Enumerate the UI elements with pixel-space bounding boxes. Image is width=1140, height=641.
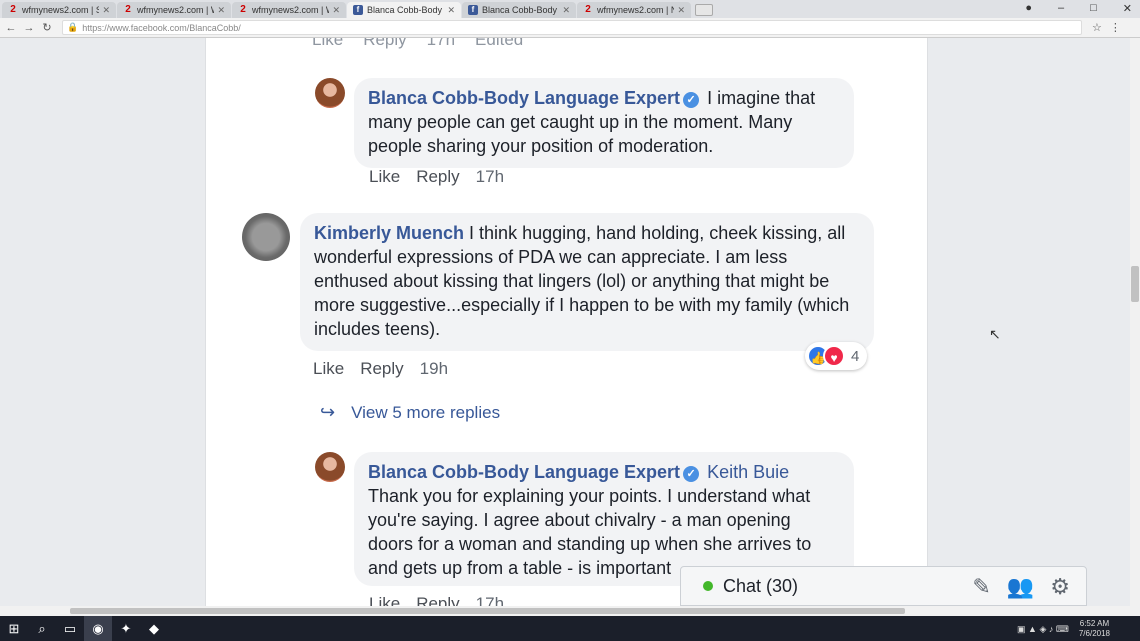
facebook-favicon-icon: f xyxy=(353,5,363,15)
browser-tab[interactable]: 2 wfmynews2.com | Watch✕ xyxy=(232,2,346,18)
comment-text: Thank you for explaining your points. I … xyxy=(368,486,812,578)
tab-label: wfmynews2.com | SC Mc xyxy=(22,5,100,15)
verified-badge-icon: ✓ xyxy=(683,92,700,108)
view-more-replies-link[interactable]: ↪ View 5 more replies xyxy=(320,402,500,423)
clock-date: 7/6/2018 xyxy=(1078,629,1110,638)
bookmark-star-icon[interactable]: ☆ xyxy=(1092,21,1102,34)
browser-tab[interactable]: f Blanca Cobb-Body Langu✕ xyxy=(462,2,576,18)
forward-icon[interactable]: → xyxy=(22,22,36,34)
page-content: Like Reply 17h Edited Blanca Cobb-Body L… xyxy=(0,38,1140,616)
reply-link[interactable]: Reply xyxy=(360,359,403,379)
tab-close-icon[interactable]: ✕ xyxy=(332,5,340,16)
comment-bubble: Blanca Cobb-Body Language Expert ✓ I imag… xyxy=(354,78,854,168)
vertical-scrollbar-thumb[interactable] xyxy=(1131,266,1139,302)
chat-bar[interactable]: Chat (30) ✎ 👥 ⚙ xyxy=(680,566,1087,606)
browser-tab-bar: 2wfmynews2.com | SC Mc✕ 2wfmynews2.com |… xyxy=(0,0,1140,18)
comment-author[interactable]: Kimberly Muench xyxy=(314,223,464,243)
reply-arrow-icon: ↪ xyxy=(320,402,336,422)
tab-label: Blanca Cobb-Body Langu xyxy=(482,5,559,15)
like-link[interactable]: Like xyxy=(369,167,400,187)
chat-icons: ✎ 👥 ⚙ xyxy=(972,574,1070,600)
vertical-scrollbar[interactable] xyxy=(1130,38,1140,616)
task-view-icon[interactable]: ▭ xyxy=(56,616,84,641)
comment-author[interactable]: Blanca Cobb-Body Language Expert xyxy=(368,462,680,482)
view-more-replies-label: View 5 more replies xyxy=(351,402,501,422)
news-favicon-icon: 2 xyxy=(585,4,591,15)
reload-icon[interactable]: ↻ xyxy=(40,21,54,34)
add-friends-icon[interactable]: 👥 xyxy=(1007,574,1034,600)
tab-close-icon[interactable]: ✕ xyxy=(102,5,110,16)
like-link[interactable]: Like xyxy=(313,359,344,379)
address-bar-icons: ☆ ⋮ xyxy=(1092,21,1121,34)
url-field[interactable]: 🔒 https://www.facebook.com/BlancaCobb/ xyxy=(62,20,1082,35)
comment: Kimberly Muench I think hugging, hand ho… xyxy=(242,213,874,351)
avatar[interactable] xyxy=(242,213,290,261)
tab-label: Blanca Cobb-Body Langu xyxy=(367,5,444,15)
avatar[interactable] xyxy=(315,452,345,482)
edited-label[interactable]: Edited xyxy=(475,38,523,50)
browser-tab-active[interactable]: f Blanca Cobb-Body Langu✕ xyxy=(347,2,461,18)
lock-icon: 🔒 xyxy=(67,22,79,32)
comment-time[interactable]: 17h xyxy=(476,167,504,187)
avatar[interactable] xyxy=(315,78,345,108)
compose-icon[interactable]: ✎ xyxy=(972,574,990,600)
os-taskbar: ⊞ ⌕ ▭ ◉ ✦ ◆ ▣ ▲ ◈ ♪ ⌨ 6:52 AM 7/6/2018 xyxy=(0,616,1140,641)
gear-icon[interactable]: ⚙ xyxy=(1050,574,1070,600)
tab-close-icon[interactable]: ✕ xyxy=(447,5,455,16)
tagged-user[interactable]: Keith Buie xyxy=(707,462,789,482)
browser-tab[interactable]: 2 wfmynews2.com | SC Mc✕ xyxy=(2,2,116,18)
comment-author[interactable]: Blanca Cobb-Body Language Expert xyxy=(368,88,680,108)
online-status-icon xyxy=(703,581,713,591)
menu-icon[interactable]: ⋮ xyxy=(1110,21,1121,34)
reply-link[interactable]: Reply xyxy=(416,167,459,187)
chat-label[interactable]: Chat (30) xyxy=(723,576,798,597)
profile-icon[interactable]: ● xyxy=(1025,2,1032,15)
browser-tab[interactable]: 2 wfmynews2.com | No W✕ xyxy=(577,2,691,18)
tab-close-icon[interactable]: ✕ xyxy=(217,5,225,16)
window-controls: ● – □ ✕ xyxy=(1025,2,1132,15)
search-icon[interactable]: ⌕ xyxy=(28,616,56,641)
maximize-icon[interactable]: □ xyxy=(1090,2,1097,15)
browser-tab[interactable]: 2 wfmynews2.com | Wi ✕ xyxy=(117,2,231,18)
horizontal-scrollbar[interactable] xyxy=(0,606,1130,616)
news-favicon-icon: 2 xyxy=(125,4,131,15)
facebook-favicon-icon: f xyxy=(468,5,478,15)
back-icon[interactable]: ← xyxy=(4,22,18,34)
tab-close-icon[interactable]: ✕ xyxy=(677,5,685,16)
clock[interactable]: 6:52 AM 7/6/2018 xyxy=(1079,619,1110,639)
reaction-count: 4 xyxy=(851,347,860,365)
app-icon[interactable]: ◆ xyxy=(140,616,168,641)
verified-badge-icon: ✓ xyxy=(683,466,700,482)
comment-time[interactable]: 19h xyxy=(420,359,448,379)
minimize-icon[interactable]: – xyxy=(1058,2,1064,15)
tab-label: wfmynews2.com | Watch xyxy=(252,5,329,15)
new-tab-button[interactable] xyxy=(695,4,713,16)
love-reaction-icon: ♥ xyxy=(823,345,845,367)
news-favicon-icon: 2 xyxy=(240,4,246,15)
app-icon[interactable]: ✦ xyxy=(112,616,140,641)
comment-actions: Like Reply 19h xyxy=(313,359,448,379)
tray-icons[interactable]: ▣ ▲ ◈ ♪ ⌨ xyxy=(1017,624,1069,635)
address-bar: ← → ↻ 🔒 https://www.facebook.com/BlancaC… xyxy=(0,18,1140,38)
tab-label: wfmynews2.com | Wi xyxy=(137,5,215,15)
horizontal-scrollbar-thumb[interactable] xyxy=(70,608,905,614)
reply-link[interactable]: Reply xyxy=(363,38,406,50)
windows-start-icon[interactable]: ⊞ xyxy=(0,616,28,641)
tab-close-icon[interactable]: ✕ xyxy=(562,5,570,16)
clock-time: 6:52 AM xyxy=(1079,619,1110,628)
reply-comment: Blanca Cobb-Body Language Expert ✓ I imag… xyxy=(315,78,854,168)
previous-comment-actions: Like Reply 17h Edited xyxy=(312,38,523,50)
comment-actions: Like Reply 17h xyxy=(369,167,504,187)
system-tray: ▣ ▲ ◈ ♪ ⌨ 6:52 AM 7/6/2018 xyxy=(1017,619,1110,639)
tab-label: wfmynews2.com | No W xyxy=(597,5,675,15)
url-text: https://www.facebook.com/BlancaCobb/ xyxy=(82,22,241,33)
chrome-icon[interactable]: ◉ xyxy=(84,616,112,641)
like-link[interactable]: Like xyxy=(312,38,343,50)
comment-bubble: Kimberly Muench I think hugging, hand ho… xyxy=(300,213,874,351)
news-favicon-icon: 2 xyxy=(10,4,16,15)
reactions-summary[interactable]: 👍 ♥ 4 xyxy=(805,342,868,370)
comment-time[interactable]: 17h xyxy=(427,38,455,50)
close-window-icon[interactable]: ✕ xyxy=(1123,2,1132,15)
